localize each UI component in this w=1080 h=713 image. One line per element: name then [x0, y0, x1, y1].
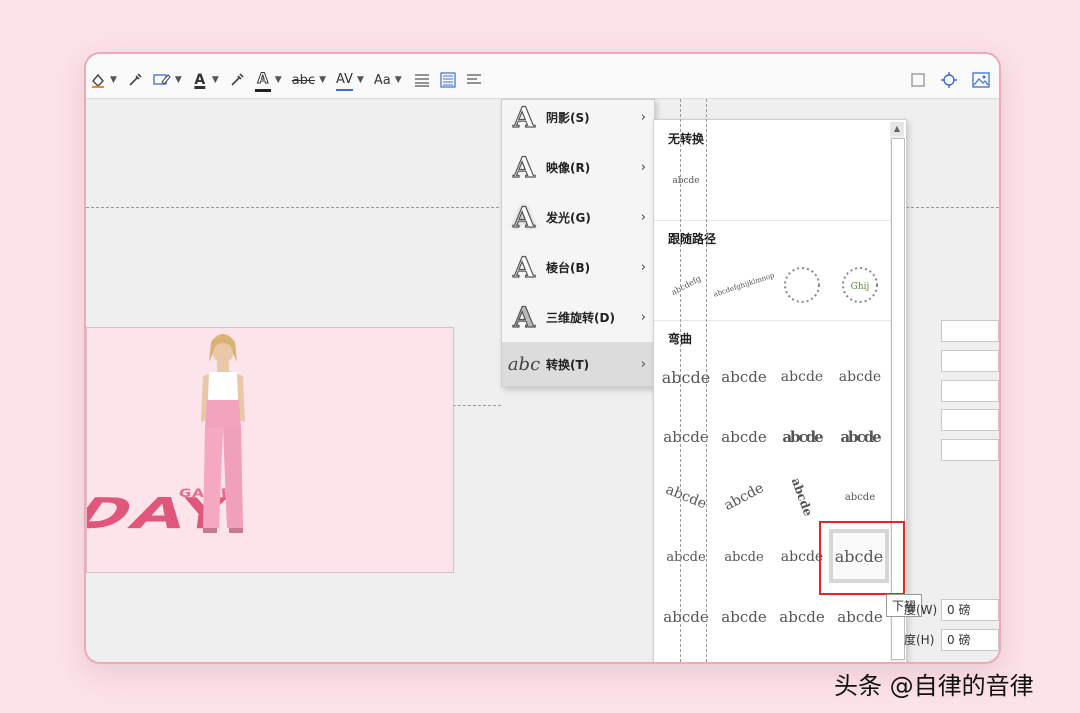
- gallery-option-path-circle[interactable]: [774, 260, 830, 310]
- menu-item-reflection[interactable]: A 映像(R) ›: [502, 142, 654, 192]
- bevel-a-icon: A: [513, 250, 536, 284]
- replace-picture-icon[interactable]: [910, 70, 926, 90]
- chevron-right-icon: ›: [640, 209, 646, 225]
- format-field[interactable]: [941, 409, 999, 431]
- format-field[interactable]: [941, 380, 999, 402]
- selection-highlight: [819, 521, 905, 595]
- height-label: 度(H): [904, 633, 935, 647]
- section-path-title: 跟随路径: [668, 232, 717, 246]
- transform-abc-icon: abc: [507, 353, 541, 375]
- slide-canvas: GAME DAY A 阴影(S) ›: [86, 99, 999, 662]
- gallery-option-warp[interactable]: abcde: [832, 652, 888, 662]
- gallery-option-warp[interactable]: abcde: [832, 412, 888, 462]
- chevron-down-icon[interactable]: ▼: [395, 75, 402, 85]
- chevron-right-icon: ›: [640, 259, 646, 275]
- position-icon[interactable]: [940, 70, 958, 90]
- gallery-option-warp[interactable]: abcde: [774, 412, 830, 462]
- toolbar-left-group: ▼ ▼ A ▼ A ▼ abc ▼ AV ▼ Aa ▼: [90, 68, 482, 92]
- watermark-text: 头条 @自律的音律: [834, 672, 1034, 700]
- gallery-option-path-arch-down[interactable]: abcdefghijklmnop: [710, 253, 779, 318]
- reflection-a-icon: A: [513, 150, 536, 184]
- chevron-down-icon[interactable]: ▼: [357, 75, 364, 85]
- guide-line: [680, 99, 681, 662]
- text-effects-menu: A 阴影(S) › A 映像(R) › A 发光(G) › A 棱台(B) › …: [501, 99, 655, 387]
- svg-text:Ghij: Ghij: [851, 282, 870, 292]
- chevron-right-icon: ›: [640, 159, 646, 175]
- chevron-right-icon: ›: [640, 109, 646, 125]
- eyedropper-icon[interactable]: [127, 70, 143, 90]
- shape-fill-icon[interactable]: [90, 70, 106, 90]
- width-label: 度(W): [904, 603, 938, 617]
- menu-item-transform[interactable]: abc 转换(T) ›: [502, 342, 654, 386]
- chevron-down-icon[interactable]: ▼: [212, 75, 219, 85]
- menu-item-shadow[interactable]: A 阴影(S) ›: [502, 92, 654, 142]
- gallery-option-warp[interactable]: abcde: [774, 352, 830, 402]
- gallery-option-warp[interactable]: abcde: [651, 463, 722, 530]
- gallery-option-warp[interactable]: abcde: [708, 462, 781, 532]
- menu-item-bevel[interactable]: A 棱台(B) ›: [502, 242, 654, 292]
- gallery-option-warp[interactable]: abcde: [774, 592, 830, 642]
- app-window: ▼ ▼ A ▼ A ▼ abc ▼ AV ▼ Aa ▼ DAY A 阴影(S) …: [84, 52, 1001, 664]
- eyedropper-icon[interactable]: [229, 70, 245, 90]
- chevron-down-icon[interactable]: ▼: [175, 75, 182, 85]
- columns-icon[interactable]: [440, 70, 456, 90]
- gallery-option-path-arch[interactable]: abcdefg: [650, 250, 723, 320]
- chevron-right-icon: ›: [640, 356, 646, 372]
- shape-outline-icon[interactable]: [153, 70, 171, 90]
- gallery-option-warp[interactable]: abcde: [716, 352, 772, 402]
- chevron-right-icon: ›: [640, 309, 646, 325]
- chevron-down-icon[interactable]: ▼: [275, 75, 282, 85]
- format-field[interactable]: [941, 320, 999, 342]
- menu-item-glow[interactable]: A 发光(G) ›: [502, 192, 654, 242]
- toolbar-right-group: [910, 68, 990, 92]
- scroll-up-arrow-icon[interactable]: ▲: [890, 122, 904, 136]
- gallery-option-warp[interactable]: abcde: [716, 532, 772, 582]
- gallery-option-warp[interactable]: abcde: [716, 412, 772, 462]
- chevron-down-icon[interactable]: ▼: [110, 75, 117, 85]
- text-wrap-icon[interactable]: [466, 70, 482, 90]
- image-icon[interactable]: [972, 70, 990, 90]
- menu-item-3d-rotation[interactable]: A 三维旋转(D) ›: [502, 292, 654, 342]
- glow-a-icon: A: [513, 200, 536, 234]
- gallery-option-warp[interactable]: abcde: [832, 592, 888, 642]
- strikethrough-icon[interactable]: abc: [292, 70, 315, 90]
- slide-thumbnail[interactable]: GAME DAY: [86, 327, 454, 573]
- height-input[interactable]: 0 磅: [941, 629, 999, 651]
- chevron-down-icon[interactable]: ▼: [319, 75, 326, 85]
- font-color-icon[interactable]: A: [192, 70, 208, 90]
- width-input[interactable]: 0 磅: [941, 599, 999, 621]
- rotation-3d-a-icon: A: [513, 300, 536, 334]
- divider: [654, 320, 890, 321]
- text-outline-icon[interactable]: A: [254, 69, 271, 92]
- gallery-option-warp[interactable]: abcde: [832, 352, 888, 402]
- guide-line: [706, 99, 707, 662]
- change-case-icon[interactable]: Aa: [374, 70, 391, 90]
- char-spacing-icon[interactable]: AV: [335, 69, 353, 91]
- gallery-option-warp[interactable]: abcde: [716, 652, 772, 662]
- gallery-option-warp[interactable]: abcde: [716, 592, 772, 642]
- model-figure: [201, 334, 245, 533]
- format-field[interactable]: [941, 439, 999, 461]
- gallery-option-warp[interactable]: abcde: [832, 472, 888, 522]
- format-field[interactable]: [941, 350, 999, 372]
- section-none-title: 无转换: [668, 132, 705, 146]
- align-text-icon[interactable]: [414, 70, 430, 90]
- gallery-option-path-button[interactable]: Ghij: [832, 260, 888, 310]
- gallery-option-warp[interactable]: abcde: [774, 652, 830, 662]
- shadow-a-icon: A: [513, 100, 536, 134]
- divider: [654, 220, 890, 221]
